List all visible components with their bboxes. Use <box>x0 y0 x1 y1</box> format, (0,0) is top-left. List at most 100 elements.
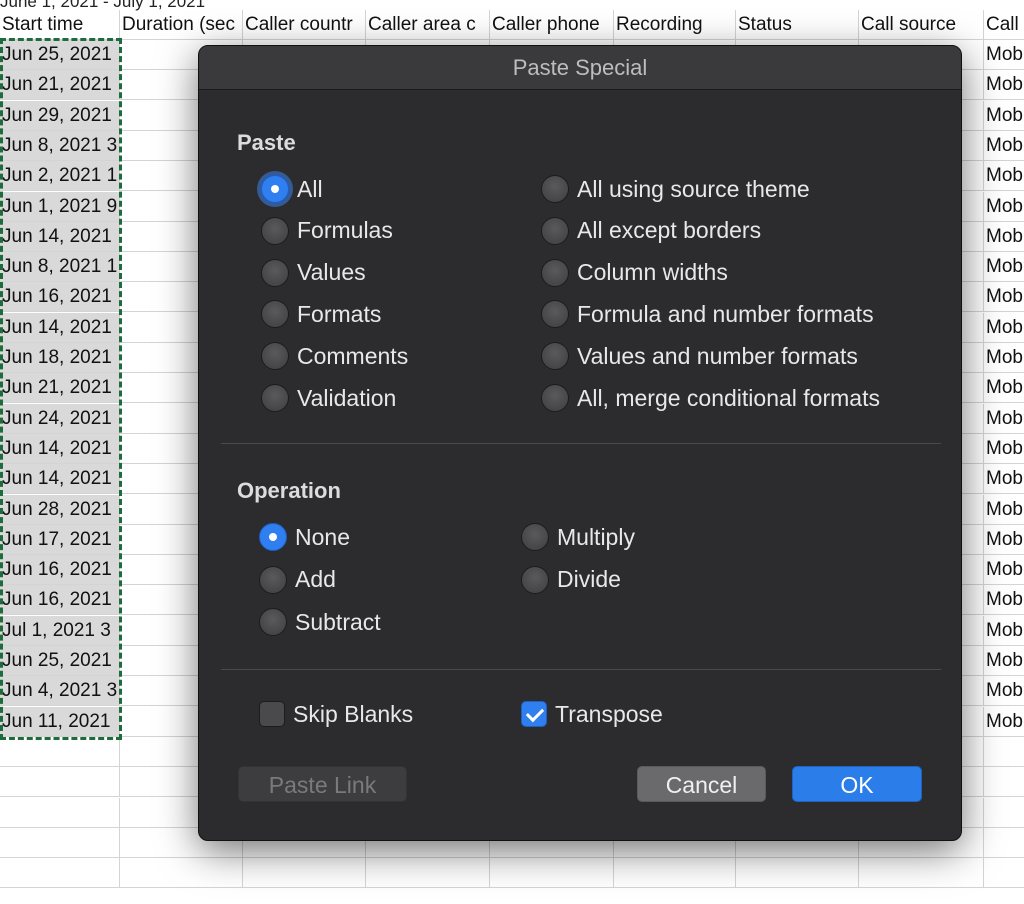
radio-button[interactable] <box>261 300 289 329</box>
radio-option[interactable]: All except borders <box>541 216 761 246</box>
radio-button[interactable] <box>541 216 569 245</box>
radio-option[interactable]: Multiply <box>521 522 635 552</box>
radio-button[interactable] <box>259 608 287 636</box>
radio-button[interactable] <box>259 523 287 551</box>
radio-button[interactable] <box>259 565 287 594</box>
column-header[interactable]: Start time <box>0 10 120 40</box>
column-header[interactable]: Call source <box>859 10 984 40</box>
table-cell[interactable]: Mob <box>984 313 1024 343</box>
radio-option[interactable]: Divide <box>521 565 621 595</box>
table-cell[interactable]: Mob <box>984 525 1024 555</box>
table-cell[interactable]: Mob <box>984 282 1024 313</box>
radio-button[interactable] <box>541 384 569 412</box>
cancel-button[interactable]: Cancel <box>637 766 766 802</box>
table-cell[interactable]: Jun 14, 2021 <box>0 221 120 252</box>
radio-button[interactable] <box>261 342 289 371</box>
table-cell[interactable]: Mob <box>984 40 1024 70</box>
table-cell[interactable]: Jun 16, 2021 <box>0 585 120 616</box>
table-cell[interactable]: Mob <box>984 434 1024 464</box>
table-cell[interactable]: Jun 14, 2021 <box>0 433 120 464</box>
table-cell[interactable] <box>859 858 984 889</box>
radio-option[interactable]: Formula and number formats <box>541 299 874 329</box>
table-cell[interactable]: Mob <box>984 373 1024 404</box>
table-cell[interactable]: Mob <box>984 101 1024 131</box>
table-cell[interactable]: Jun 1, 2021 9 <box>0 191 120 222</box>
table-cell[interactable]: Jun 29, 2021 <box>0 100 120 131</box>
radio-button[interactable] <box>521 523 549 551</box>
table-cell[interactable]: Mob <box>984 70 1024 101</box>
skip-blanks-option[interactable]: Skip Blanks <box>259 699 413 729</box>
radio-button[interactable] <box>261 384 289 412</box>
table-cell[interactable] <box>984 737 1024 767</box>
radio-button[interactable] <box>541 258 569 287</box>
table-cell[interactable]: Mob <box>984 555 1024 586</box>
column-header[interactable]: Duration (sec <box>120 10 243 40</box>
radio-option[interactable]: Column widths <box>541 258 728 288</box>
radio-option[interactable]: All, merge conditional formats <box>541 383 880 413</box>
table-cell[interactable]: Mob <box>984 464 1024 495</box>
radio-button[interactable] <box>521 565 549 594</box>
table-cell[interactable]: Jun 21, 2021 <box>0 70 120 101</box>
table-cell[interactable]: Jun 2, 2021 1 <box>0 161 120 192</box>
radio-option[interactable]: Comments <box>261 341 408 371</box>
table-cell[interactable] <box>984 798 1024 828</box>
radio-option[interactable]: All <box>261 174 323 204</box>
table-cell[interactable] <box>614 858 736 889</box>
column-header[interactable]: Caller area c <box>366 10 490 40</box>
table-cell[interactable] <box>984 828 1024 858</box>
table-cell[interactable]: Jun 28, 2021 <box>0 494 120 525</box>
paste-link-button[interactable]: Paste Link <box>238 766 407 802</box>
table-cell[interactable]: Jun 16, 2021 <box>0 282 120 313</box>
transpose-option[interactable]: Transpose <box>521 699 663 729</box>
table-cell[interactable]: Mob <box>984 161 1024 192</box>
table-cell[interactable]: Jun 8, 2021 3 <box>0 130 120 161</box>
radio-button[interactable] <box>261 258 289 287</box>
table-cell[interactable] <box>0 827 120 858</box>
table-cell[interactable]: Mob <box>984 192 1024 222</box>
table-cell[interactable]: Jun 14, 2021 <box>0 312 120 343</box>
table-cell[interactable] <box>0 858 120 889</box>
table-cell[interactable]: Mob <box>984 404 1024 434</box>
column-header[interactable]: Status <box>736 10 859 40</box>
table-cell[interactable] <box>243 858 366 889</box>
table-cell[interactable]: Jun 18, 2021 <box>0 343 120 373</box>
table-cell[interactable]: Mob <box>984 646 1024 676</box>
table-cell[interactable]: Jun 16, 2021 <box>0 555 120 586</box>
table-cell[interactable]: Jun 11, 2021 <box>0 706 120 737</box>
column-header[interactable]: Caller countr <box>243 10 366 40</box>
radio-button[interactable] <box>541 342 569 371</box>
table-cell[interactable]: Mob <box>984 252 1024 283</box>
table-cell[interactable] <box>366 858 490 889</box>
transpose-checkbox[interactable] <box>521 701 547 727</box>
table-cell[interactable]: Mob <box>984 222 1024 252</box>
radio-option[interactable]: Add <box>259 565 336 595</box>
table-cell[interactable]: Jun 25, 2021 <box>0 646 120 676</box>
radio-option[interactable]: Values and number formats <box>541 341 858 371</box>
radio-button[interactable] <box>541 175 569 203</box>
table-cell[interactable] <box>0 797 120 828</box>
column-header[interactable]: Caller phone <box>490 10 614 40</box>
column-header[interactable]: Recording <box>614 10 736 40</box>
radio-button[interactable] <box>261 175 289 203</box>
table-cell[interactable]: Mob <box>984 343 1024 373</box>
radio-option[interactable]: None <box>259 522 350 552</box>
table-cell[interactable]: Jun 8, 2021 1 <box>0 252 120 283</box>
table-cell[interactable]: Mob <box>984 616 1024 646</box>
table-cell[interactable]: Jun 25, 2021 <box>0 40 120 70</box>
radio-option[interactable]: All using source theme <box>541 174 810 204</box>
table-cell[interactable]: Mob <box>984 131 1024 161</box>
table-cell[interactable]: Mob <box>984 676 1024 707</box>
radio-button[interactable] <box>541 300 569 329</box>
radio-option[interactable]: Validation <box>261 383 396 413</box>
table-cell[interactable]: Mob <box>984 585 1024 616</box>
table-cell[interactable]: Jun 24, 2021 <box>0 403 120 434</box>
table-cell[interactable] <box>984 767 1024 798</box>
table-cell[interactable]: Jul 1, 2021 3 <box>0 615 120 646</box>
column-header[interactable]: Call <box>984 10 1024 40</box>
table-cell[interactable]: Mob <box>984 707 1024 737</box>
radio-option[interactable]: Formulas <box>261 216 393 246</box>
table-cell[interactable]: Jun 21, 2021 <box>0 373 120 404</box>
table-cell[interactable] <box>736 858 859 889</box>
table-cell[interactable] <box>0 767 120 798</box>
ok-button[interactable]: OK <box>792 766 922 802</box>
